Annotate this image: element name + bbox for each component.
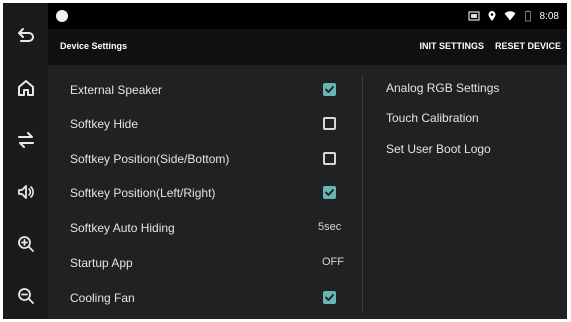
setting-external-speaker[interactable]: External Speaker: [48, 73, 348, 107]
zoom-out-button[interactable]: [3, 279, 48, 313]
location-icon: [488, 11, 496, 21]
zoom-in-icon: [17, 236, 34, 252]
home-button[interactable]: [3, 71, 48, 105]
setting-label: Cooling Fan: [70, 291, 135, 305]
page-title: Device Settings: [60, 41, 128, 51]
reset-device-button[interactable]: RESET DEVICE: [495, 41, 561, 51]
softkey-position-left-right-checkbox[interactable]: [323, 186, 336, 199]
softkey-position-side-bottom-checkbox[interactable]: [323, 152, 336, 165]
startup-app-value: OFF: [322, 256, 344, 268]
analog-rgb-settings-item[interactable]: Analog RGB Settings: [386, 81, 499, 95]
softkey-auto-hiding-value: 5sec: [318, 221, 342, 233]
check-icon: [325, 86, 334, 93]
battery-icon: [524, 10, 531, 22]
back-button[interactable]: [3, 19, 48, 53]
cooling-fan-checkbox[interactable]: [323, 291, 336, 304]
setting-label: Startup App: [70, 256, 133, 270]
setting-softkey-auto-hiding[interactable]: Softkey Auto Hiding 5sec: [48, 211, 348, 245]
setting-label: External Speaker: [70, 83, 163, 97]
touch-calibration-item[interactable]: Touch Calibration: [386, 111, 479, 125]
swap-icon: [17, 132, 34, 148]
softkey-sidebar: [3, 3, 48, 319]
setting-startup-app[interactable]: Startup App OFF: [48, 246, 348, 280]
app-bar: Device Settings INIT SETTINGS RESET DEVI…: [48, 29, 567, 65]
status-icons: 8:08: [467, 8, 559, 24]
settings-content: External Speaker Softkey Hide Softkey Po…: [48, 65, 567, 319]
screen-cast-icon: [467, 11, 480, 21]
check-icon: [325, 189, 334, 196]
zoom-in-button[interactable]: [3, 227, 48, 261]
check-icon: [325, 294, 334, 301]
notification-dot-icon: [56, 10, 68, 22]
softkey-hide-checkbox[interactable]: [323, 117, 336, 130]
setting-softkey-position-left-right[interactable]: Softkey Position(Left/Right): [48, 176, 348, 210]
setting-label: Softkey Auto Hiding: [70, 221, 175, 235]
zoom-out-icon: [17, 288, 34, 304]
back-icon: [17, 28, 34, 42]
setting-label: Softkey Position(Side/Bottom): [70, 152, 230, 166]
volume-icon: [17, 185, 34, 199]
device-screen: 8:08 Device Settings INIT SETTINGS RESET…: [3, 3, 567, 319]
column-divider: [362, 75, 363, 313]
setting-label: Softkey Position(Left/Right): [70, 186, 216, 200]
volume-button[interactable]: [3, 175, 48, 209]
init-settings-button[interactable]: INIT SETTINGS: [419, 41, 484, 51]
status-bar: 8:08: [48, 3, 567, 29]
clock: 8:08: [539, 10, 559, 22]
wifi-icon: [504, 11, 516, 21]
setting-label: Softkey Hide: [70, 117, 139, 131]
home-icon: [17, 80, 34, 96]
setting-softkey-position-side-bottom[interactable]: Softkey Position(Side/Bottom): [48, 142, 348, 176]
set-user-boot-logo-item[interactable]: Set User Boot Logo: [386, 142, 491, 156]
swap-button[interactable]: [3, 123, 48, 157]
setting-softkey-hide[interactable]: Softkey Hide: [48, 107, 348, 141]
setting-cooling-fan[interactable]: Cooling Fan: [48, 281, 348, 315]
app-bar-actions: INIT SETTINGS RESET DEVICE: [419, 41, 561, 51]
external-speaker-checkbox[interactable]: [323, 83, 336, 96]
